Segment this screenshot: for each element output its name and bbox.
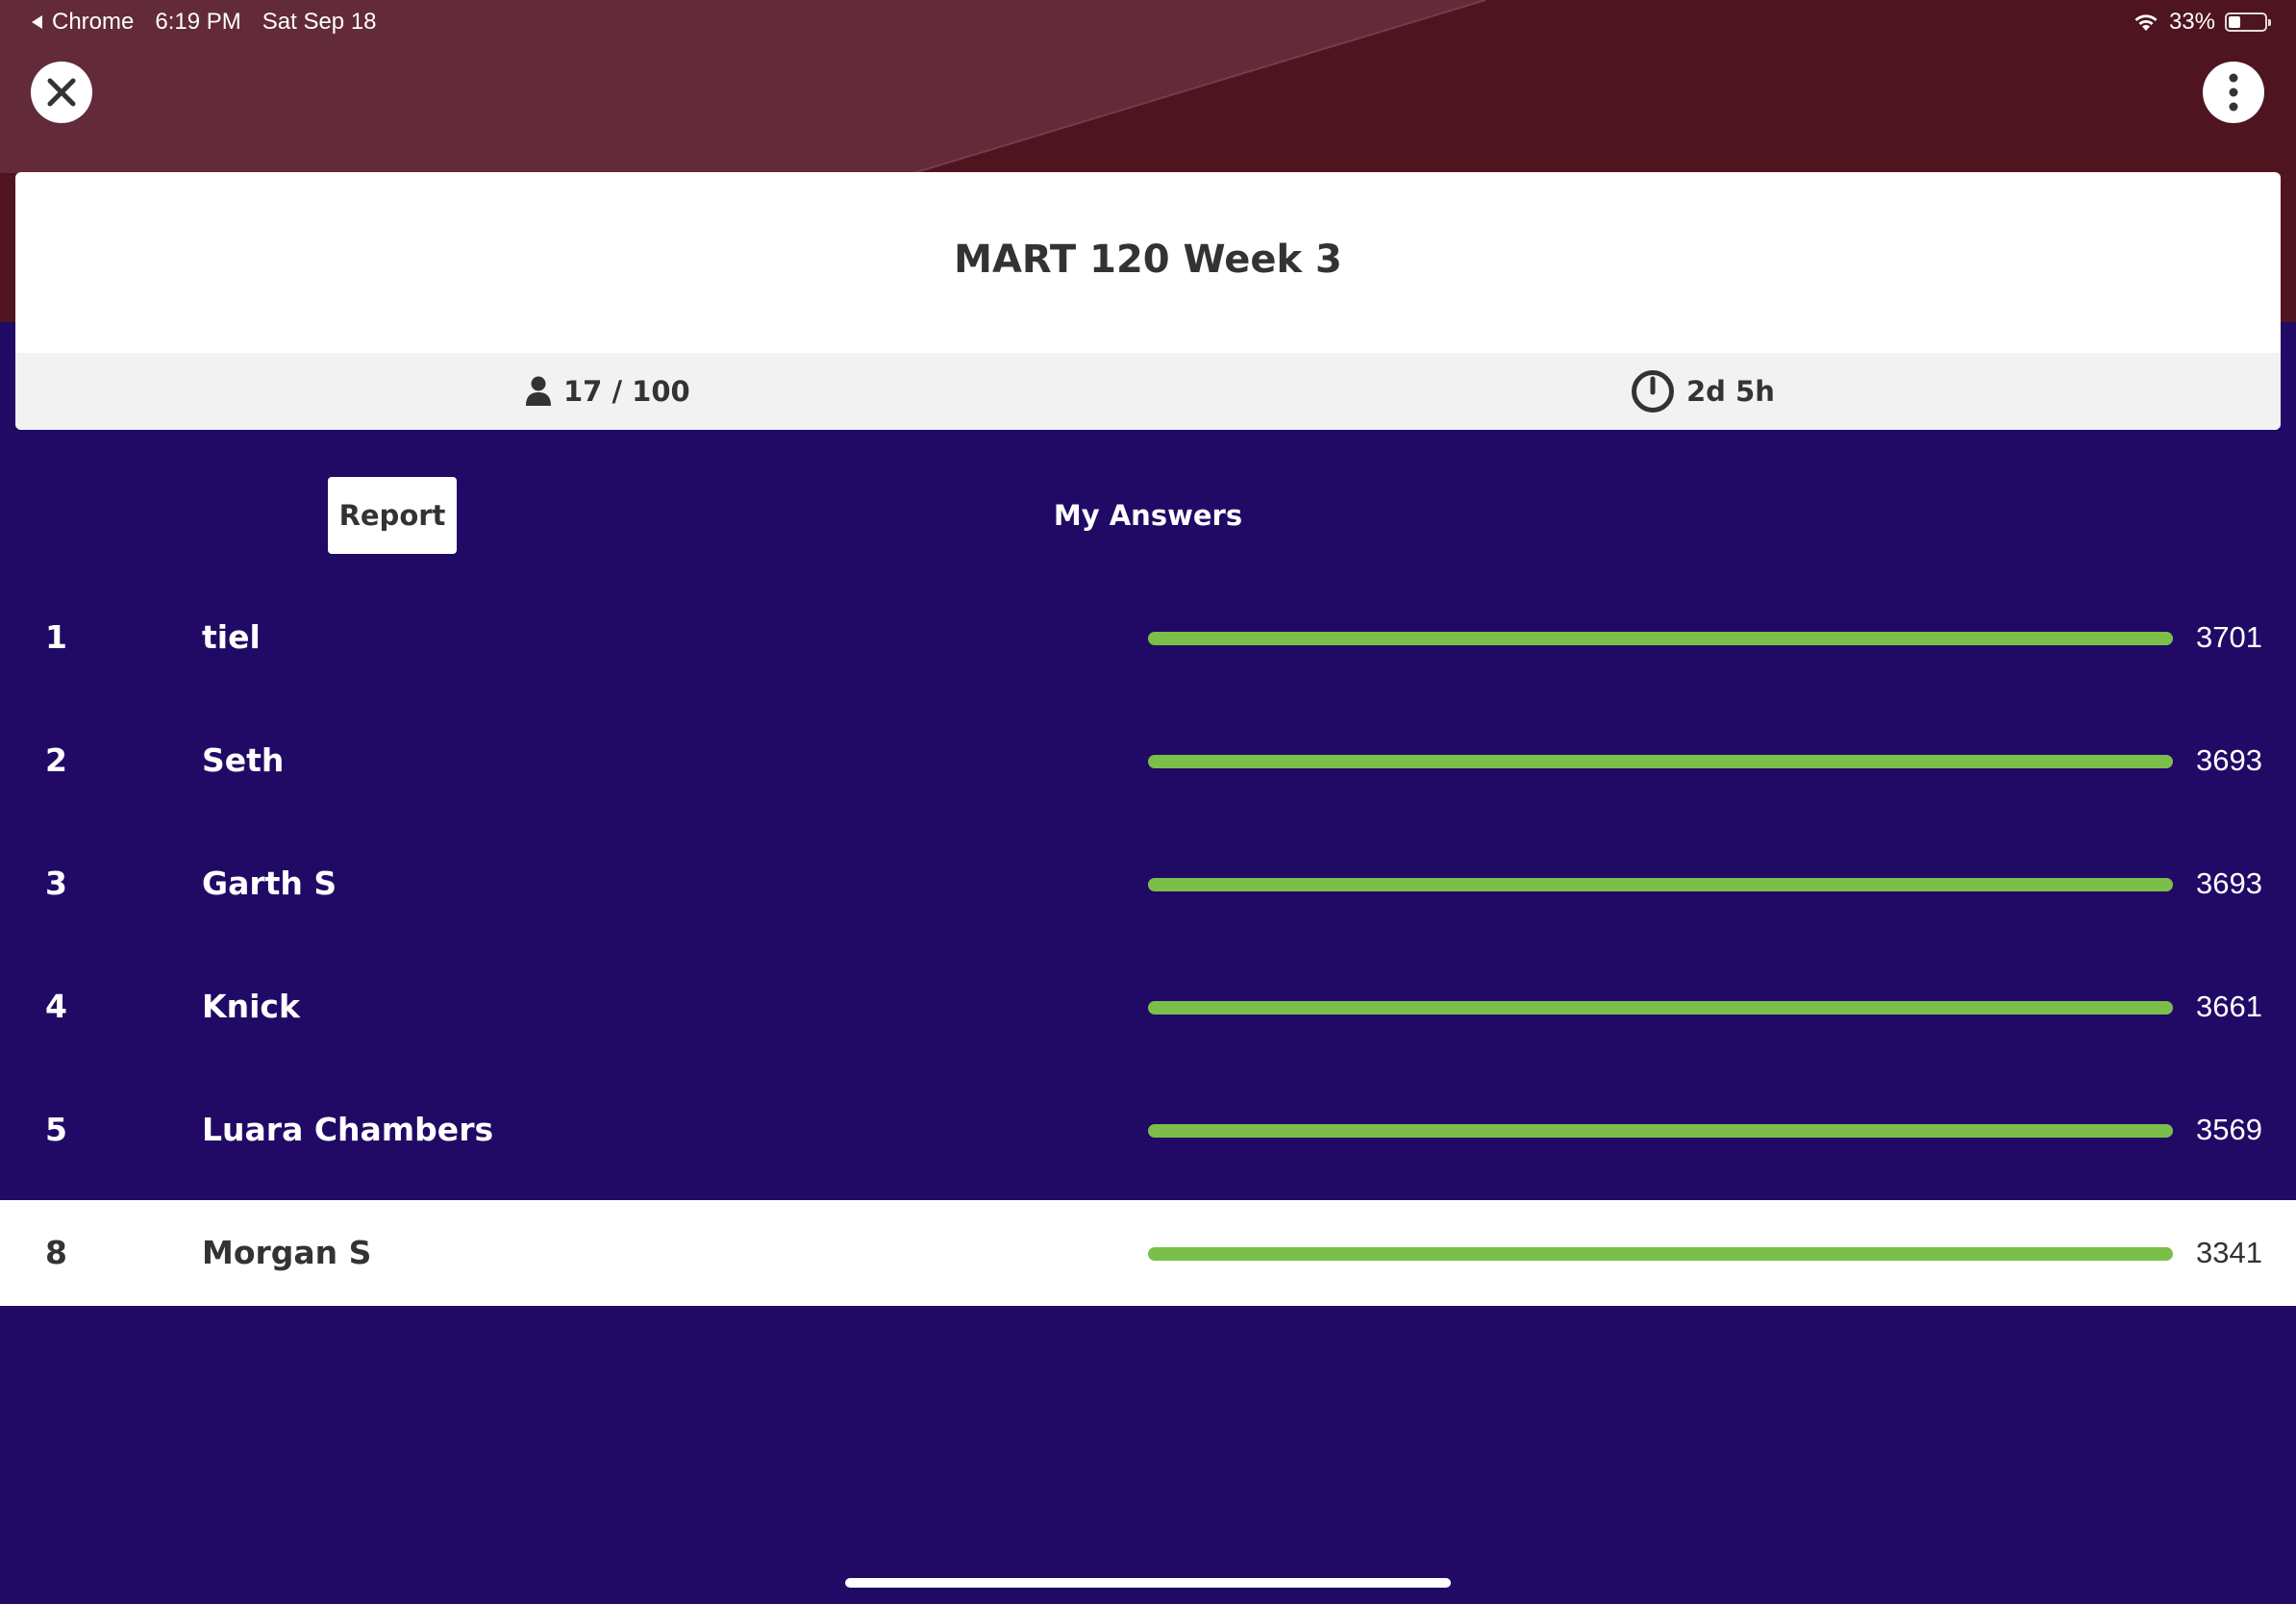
players-count: 17 / 100 [525, 353, 690, 430]
leaderboard-row: 4 Knick 3661 [0, 954, 2296, 1060]
score-bar [1148, 1247, 2173, 1261]
person-icon [526, 376, 551, 406]
rank: 1 [45, 618, 67, 656]
quiz-stats-bar: 17 / 100 2d 5h [15, 353, 2281, 430]
player-name: tiel [202, 618, 261, 656]
score-bar-fill [1148, 632, 2173, 645]
tab-report[interactable]: Report [328, 477, 457, 554]
battery-percent: 33% [2168, 9, 2215, 35]
score-bar-fill [1148, 1247, 2173, 1261]
rank: 4 [45, 988, 67, 1025]
score-bar [1148, 755, 2173, 768]
player-name: Luara Chambers [202, 1111, 494, 1148]
leaderboard-row: 3 Garth S 3693 [0, 831, 2296, 937]
rank: 3 [45, 865, 67, 902]
score: 3693 [2196, 866, 2262, 900]
player-name: Garth S [202, 865, 337, 902]
score: 3341 [2196, 1236, 2262, 1269]
time-remaining: 2d 5h [1631, 353, 1775, 430]
battery-level [2229, 16, 2240, 28]
tab-my-answers[interactable]: My Answers [1052, 477, 1244, 554]
score-bar [1148, 878, 2173, 891]
leaderboard-row-current-user: 8 Morgan S 3341 [0, 1200, 2296, 1306]
rank: 8 [45, 1234, 67, 1271]
home-indicator[interactable] [845, 1578, 1451, 1588]
rank: 5 [45, 1111, 67, 1148]
status-right: 33% [2133, 9, 2271, 36]
player-name: Morgan S [202, 1234, 372, 1271]
rank: 2 [45, 741, 67, 779]
score-bar-fill [1148, 878, 2173, 891]
player-name: Seth [202, 741, 285, 779]
quiz-title: MART 120 Week 3 [954, 238, 1342, 282]
more-options-button[interactable] [2203, 62, 2264, 123]
close-icon [47, 78, 76, 107]
more-vertical-icon [2229, 73, 2238, 112]
battery-icon [2225, 13, 2271, 32]
leaderboard-row: 1 tiel 3701 [0, 585, 2296, 690]
status-date: Sat Sep 18 [262, 9, 377, 35]
status-bar: Chrome 6:19 PM Sat Sep 18 33% [0, 0, 2296, 46]
score: 3569 [2196, 1113, 2262, 1146]
time-remaining-label: 2d 5h [1686, 375, 1775, 408]
status-left: Chrome 6:19 PM Sat Sep 18 [31, 9, 377, 36]
wifi-icon [2134, 14, 2158, 31]
players-count-label: 17 / 100 [563, 375, 690, 408]
status-time: 6:19 PM [155, 9, 241, 35]
quiz-info-card: MART 120 Week 3 17 / 100 2d 5h [15, 172, 2281, 430]
back-to-app-link[interactable]: Chrome [31, 9, 134, 36]
score-bar-fill [1148, 1124, 2173, 1138]
score: 3661 [2196, 990, 2262, 1023]
score-bar [1148, 1001, 2173, 1015]
score: 3701 [2196, 620, 2262, 654]
score-bar-fill [1148, 1001, 2173, 1015]
score-bar-fill [1148, 755, 2173, 768]
leaderboard-row: 5 Luara Chambers 3569 [0, 1077, 2296, 1183]
back-triangle-icon [32, 15, 42, 29]
score-bar [1148, 1124, 2173, 1138]
score-bar [1148, 632, 2173, 645]
player-name: Knick [202, 988, 300, 1025]
score: 3693 [2196, 743, 2262, 777]
timer-icon [1632, 370, 1674, 413]
close-button[interactable] [31, 62, 92, 123]
leaderboard-row: 2 Seth 3693 [0, 708, 2296, 814]
back-app-label: Chrome [52, 9, 135, 35]
